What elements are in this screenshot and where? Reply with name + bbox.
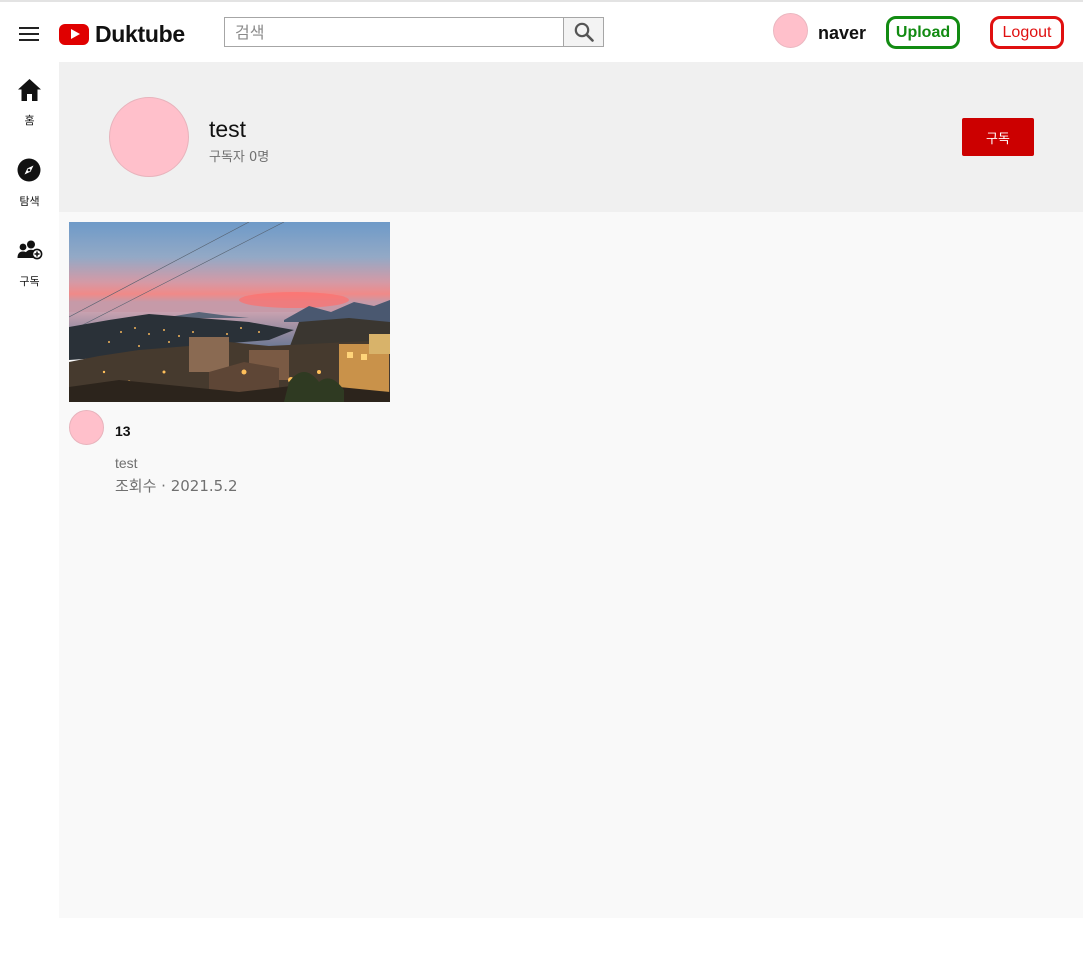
- user-name: naver: [818, 23, 867, 43]
- home-icon: [18, 79, 41, 101]
- subscriber-count: 구독자 0명: [209, 150, 270, 165]
- search-button[interactable]: [563, 17, 604, 47]
- channel-avatar: [109, 97, 189, 177]
- subscribe-button[interactable]: 구독: [962, 118, 1034, 156]
- sidebar-item-home-label: 홈: [24, 114, 35, 127]
- sidebar-item-explore-label: 탐색: [19, 195, 40, 208]
- video-meta: 조회수 · 2021.5.2: [115, 477, 238, 495]
- hamburger-menu-icon[interactable]: [19, 27, 39, 41]
- compass-icon: [17, 158, 41, 182]
- sidebar-item-subscriptions[interactable]: 구독: [0, 238, 59, 298]
- main-content: test 구독자 0명 구독 13 test 조회수 · 2021.5.2: [59, 62, 1083, 918]
- user-avatar[interactable]: [773, 13, 808, 48]
- sidebar-item-explore[interactable]: 탐색: [0, 158, 59, 218]
- search-input[interactable]: [224, 17, 563, 47]
- subscriptions-icon: [17, 240, 43, 260]
- channel-header: test 구독자 0명 구독: [59, 62, 1083, 212]
- upload-button[interactable]: Upload: [886, 16, 960, 49]
- sidebar: 홈 탐색 구독: [0, 62, 59, 971]
- play-logo-icon: [59, 23, 89, 45]
- video-channel-avatar[interactable]: [69, 410, 104, 445]
- video-card[interactable]: 13 test 조회수 · 2021.5.2: [69, 222, 390, 502]
- sidebar-item-home[interactable]: 홈: [0, 78, 59, 138]
- logo[interactable]: Duktube: [59, 20, 185, 48]
- city-sunset-image: [69, 222, 390, 402]
- search-bar: [224, 17, 604, 47]
- logout-button[interactable]: Logout: [990, 16, 1064, 49]
- video-title[interactable]: 13: [115, 423, 131, 439]
- logo-text: Duktube: [95, 20, 185, 47]
- sidebar-item-subscriptions-label: 구독: [19, 275, 40, 288]
- video-channel-name[interactable]: test: [115, 455, 138, 471]
- search-icon: [574, 22, 594, 42]
- video-thumbnail[interactable]: [69, 222, 390, 402]
- channel-name: test: [209, 116, 247, 142]
- top-header: Duktube naver Upload Logout: [0, 2, 1083, 62]
